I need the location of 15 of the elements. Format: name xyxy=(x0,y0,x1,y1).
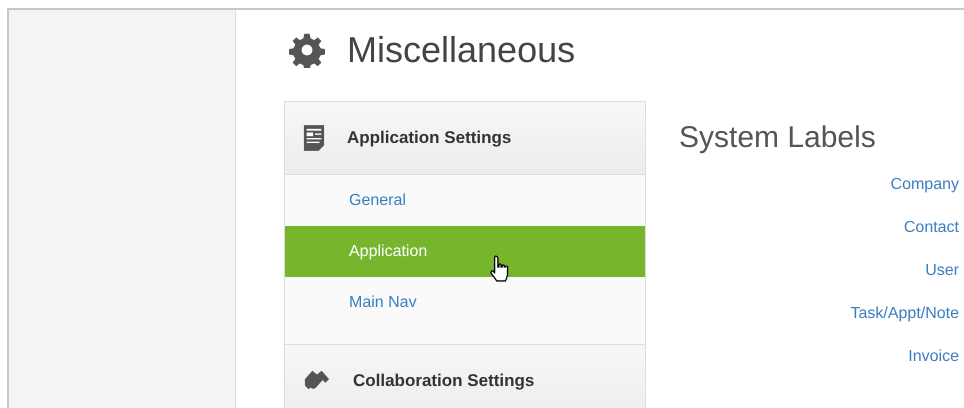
gear-icon xyxy=(289,32,325,68)
label-link[interactable]: Company xyxy=(890,175,959,218)
page-title: Miscellaneous xyxy=(347,29,576,71)
label-link[interactable]: Task/Appt/Note xyxy=(850,304,959,347)
menu-item[interactable]: General xyxy=(285,175,645,226)
label-link[interactable]: Invoice xyxy=(908,347,959,390)
hand-cursor-icon xyxy=(489,254,511,282)
document-icon xyxy=(303,124,325,152)
label-link[interactable]: User xyxy=(925,261,959,304)
section-title: System Labels xyxy=(679,121,876,155)
label-link[interactable]: Contact xyxy=(904,218,959,261)
section-header[interactable]: Application Settings xyxy=(285,102,645,175)
menu-item[interactable]: Main Nav xyxy=(285,277,645,328)
section-header[interactable]: Collaboration Settings xyxy=(285,345,645,408)
menu-item[interactable]: Application xyxy=(285,226,645,277)
